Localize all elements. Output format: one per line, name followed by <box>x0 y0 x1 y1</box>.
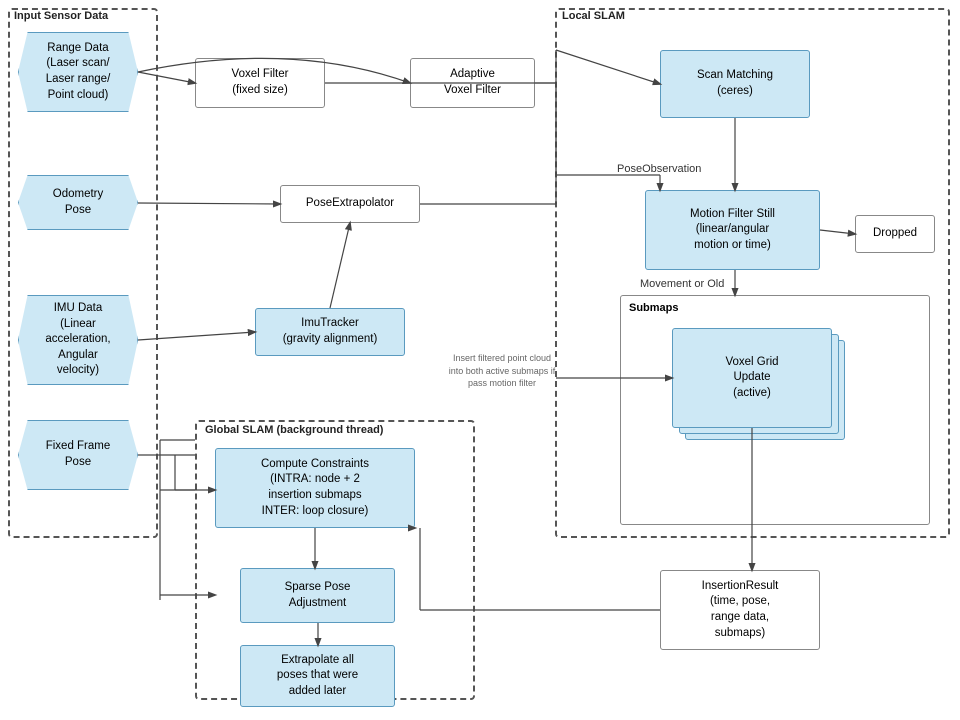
insertion-result-box: InsertionResult (time, pose, range data,… <box>660 570 820 650</box>
input-section-label: Input Sensor Data <box>14 10 108 22</box>
diagram-container: Input Sensor Data Local SLAM Global SLAM… <box>0 0 960 720</box>
movement-old-label: Movement or Old <box>640 278 724 290</box>
local-slam-label: Local SLAM <box>562 10 625 22</box>
submaps-label: Submaps <box>629 302 679 314</box>
dropped-box: Dropped <box>855 215 935 253</box>
compute-constraints-box: Compute Constraints (INTRA: node + 2 ins… <box>215 448 415 528</box>
range-data-box: Range Data (Laser scan/ Laser range/ Poi… <box>18 32 138 112</box>
sparse-pose-box: Sparse Pose Adjustment <box>240 568 395 623</box>
fixed-frame-pose-box: Fixed Frame Pose <box>18 420 138 490</box>
pose-observation-label: PoseObservation <box>617 163 701 175</box>
insert-filtered-label: Insert filtered point cloudinto both act… <box>437 352 567 390</box>
voxel-grid-update-box: Voxel Grid Update (active) <box>672 328 832 428</box>
extrapolate-poses-box: Extrapolate all poses that were added la… <box>240 645 395 707</box>
global-slam-label: Global SLAM (background thread) <box>205 424 383 436</box>
odometry-pose-box: Odometry Pose <box>18 175 138 230</box>
scan-matching-box: Scan Matching (ceres) <box>660 50 810 118</box>
adaptive-voxel-filter-box: Adaptive Voxel Filter <box>410 58 535 108</box>
voxel-filter-box: Voxel Filter (fixed size) <box>195 58 325 108</box>
motion-filter-box: Motion Filter Still (linear/angular moti… <box>645 190 820 270</box>
pose-extrapolator-box: PoseExtrapolator <box>280 185 420 223</box>
imu-data-box: IMU Data (Linear acceleration, Angular v… <box>18 295 138 385</box>
imu-tracker-box: ImuTracker (gravity alignment) <box>255 308 405 356</box>
